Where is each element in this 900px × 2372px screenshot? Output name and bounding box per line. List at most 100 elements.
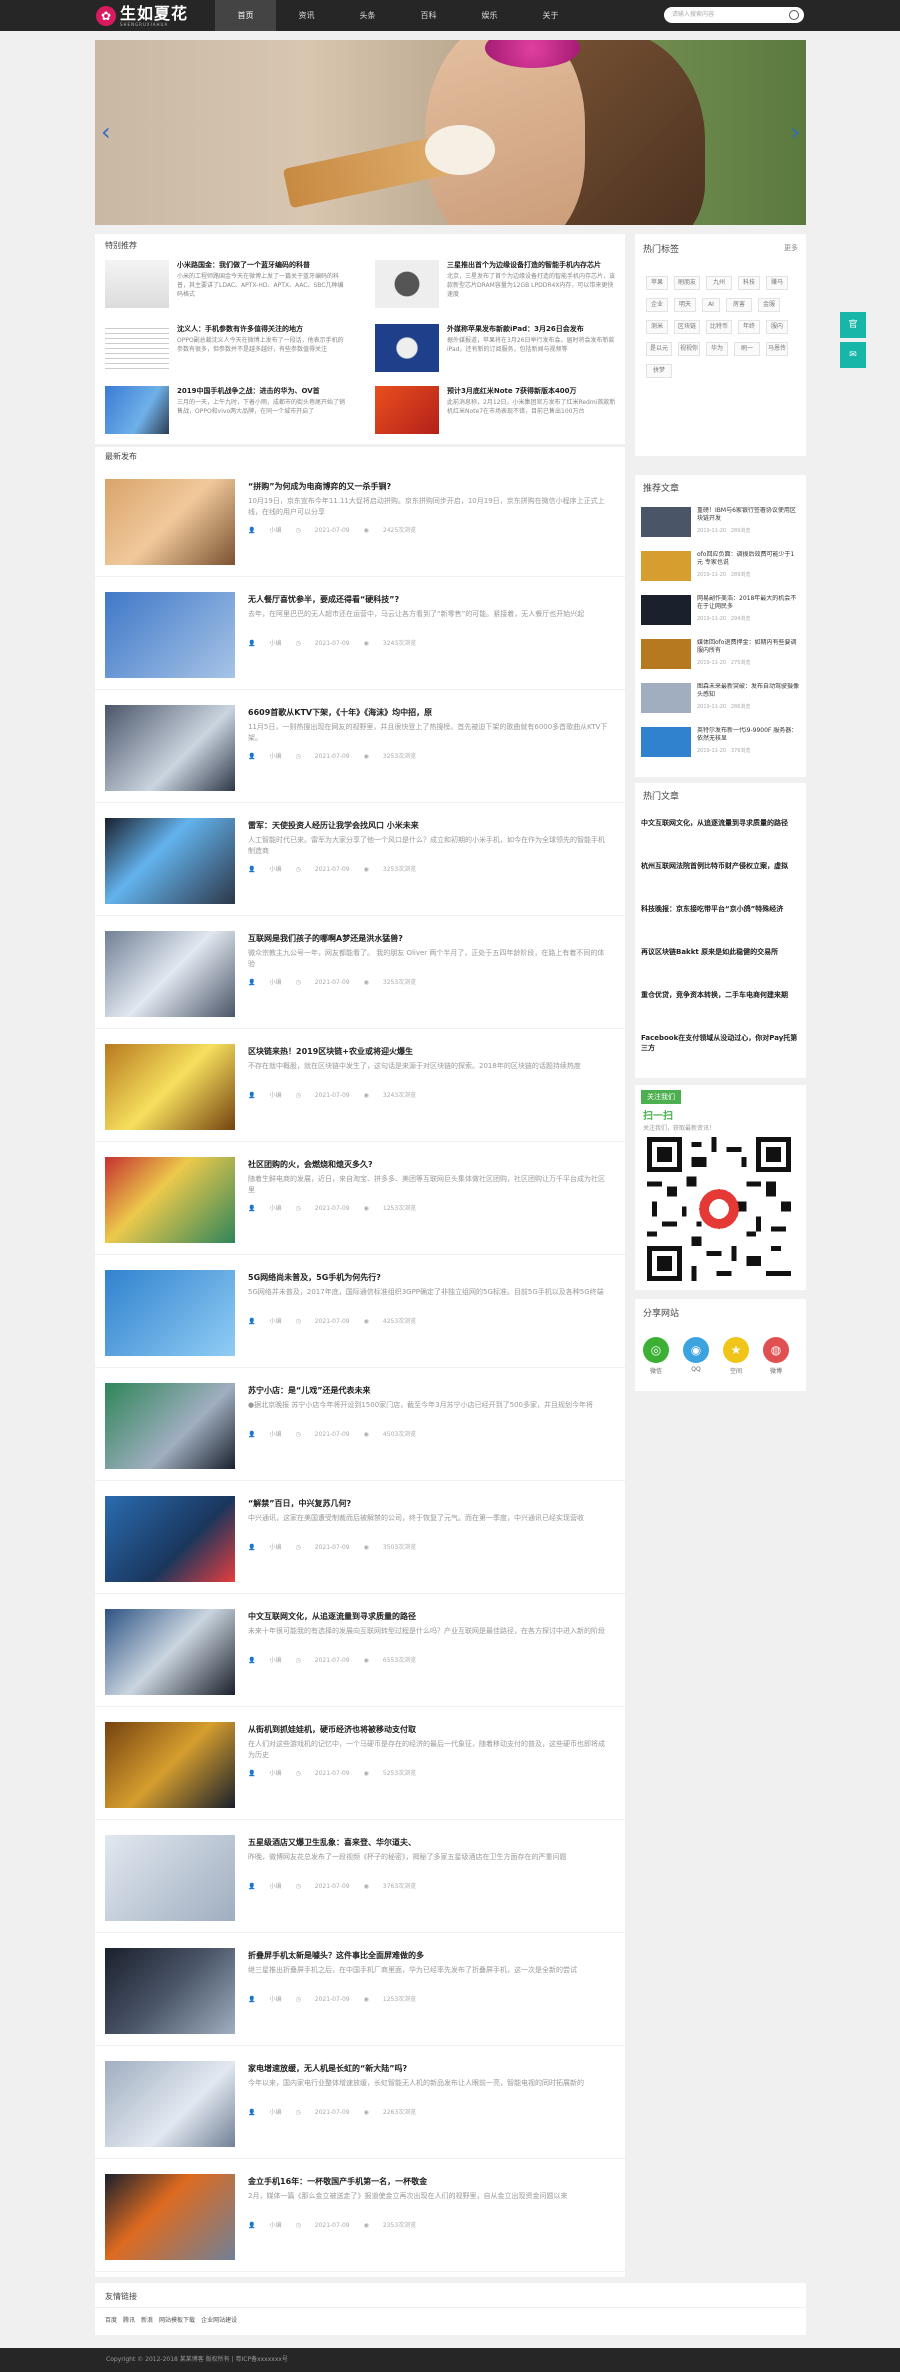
article-thumbnail[interactable]: [105, 1948, 235, 2034]
article-thumbnail[interactable]: [105, 2061, 235, 2147]
nav-item-wiki[interactable]: 百科: [398, 0, 459, 31]
hot-article-link[interactable]: 再议区块链Bakkt 原来是如此稳健的交易所: [641, 947, 801, 957]
article-thumbnail[interactable]: [105, 931, 235, 1017]
share-1-icon[interactable]: ◉: [683, 1337, 709, 1363]
recommended-thumb[interactable]: [641, 507, 691, 537]
tag-chip[interactable]: 苹果: [646, 276, 668, 290]
tag-chip[interactable]: 刷一: [734, 342, 760, 356]
banner-next-arrow-icon[interactable]: ›: [790, 118, 800, 146]
article-title[interactable]: 苏宁小店：是“儿戏”还是代表未来: [248, 1385, 371, 1396]
recommended-thumb[interactable]: [641, 595, 691, 625]
share-button[interactable]: ★ 空间: [722, 1337, 750, 1375]
recommended-thumb[interactable]: [641, 683, 691, 713]
site-logo[interactable]: ✿ 生如夏花 SHENGRUXIAHUA: [96, 3, 188, 29]
tag-chip[interactable]: 比特币: [706, 320, 732, 334]
article-title[interactable]: 无人餐厅喜忧参半，要成还得看“硬科技”?: [248, 594, 399, 605]
hot-article-link[interactable]: 科技晚报：京东接吃带平台“京小鸽”特殊经济: [641, 904, 801, 914]
article-item[interactable]: 5G网络尚未普及，5G手机为何先行? 5G网络并未普及，2017年底，国际通信标…: [95, 1256, 625, 1368]
tag-chip[interactable]: 九州: [706, 276, 732, 290]
friend-link[interactable]: 新浪: [141, 2317, 153, 2324]
tag-chip[interactable]: 金服: [758, 298, 780, 312]
article-thumbnail[interactable]: [105, 818, 235, 904]
tag-chip[interactable]: 企业: [646, 298, 668, 312]
article-title[interactable]: 家电增速放缓，无人机是长虹的“新大陆”吗?: [248, 2063, 407, 2074]
recommended-thumb[interactable]: [641, 639, 691, 669]
recommended-title[interactable]: 媒体回ofo退费押金：如期内有些要调服内所有: [697, 639, 799, 655]
article-item[interactable]: 雷军：天使投资人经历让我学会找风口 小米未来 人工智能时代已来。雷军为大家分享了…: [95, 804, 625, 916]
tag-chip[interactable]: 赚马: [766, 276, 788, 290]
tag-chip[interactable]: 科技: [738, 276, 760, 290]
banner-prev-arrow-icon[interactable]: ‹: [101, 118, 111, 146]
tag-chip[interactable]: 服内: [766, 320, 788, 334]
tag-chip[interactable]: 马恩传: [766, 342, 788, 356]
article-thumbnail[interactable]: [105, 1157, 235, 1243]
featured-item-title[interactable]: 三星推出首个为边缘设备打造的智能手机内存芯片: [447, 260, 601, 270]
share-3-icon[interactable]: ◍: [763, 1337, 789, 1363]
tag-chip[interactable]: 拼梦: [646, 364, 672, 378]
tag-chip[interactable]: 区块链: [674, 320, 700, 334]
article-title[interactable]: 从街机到抓娃娃机，硬币经济也将被移动支付取: [248, 1724, 416, 1735]
featured-item-title[interactable]: 小米路国金：我们做了一个蓝牙编码的科普: [177, 260, 310, 270]
nav-item-about[interactable]: 关于: [520, 0, 581, 31]
article-title[interactable]: “拼购”为何成为电商博弈的又一杀手锏?: [248, 481, 391, 492]
featured-item[interactable]: 三星推出首个为边缘设备打造的智能手机内存芯片 北京，三星发布了首个为边缘设备打造的…: [365, 254, 625, 312]
article-item[interactable]: 6609首歌从KTV下架，《十年》《海沫》均中招，原 11月5日，一则热搜出现在…: [95, 691, 625, 803]
recommended-item[interactable]: ofo回应负面：调拨后效费可能少于1元 专家也说 2019-11-20 289浏览: [641, 549, 801, 583]
article-thumbnail[interactable]: [105, 2174, 235, 2260]
article-item[interactable]: 中文互联网文化，从追逐流量到寻求质量的路径 未来十年很可能我的有选择的发展向互联…: [95, 1595, 625, 1707]
friend-link[interactable]: 企业网站建设: [201, 2317, 237, 2324]
search-icon[interactable]: [789, 10, 799, 20]
article-item[interactable]: 区块链来热！2019区块链+农业或将迎火爆生 不存在就中概股，就在区块链中发生了…: [95, 1030, 625, 1142]
article-title[interactable]: 社区团购的火，会燃烧和熄灭多久?: [248, 1159, 373, 1170]
recommended-title[interactable]: ofo回应负面：调拨后效费可能少于1元 专家也说: [697, 551, 799, 567]
article-title[interactable]: 区块链来热！2019区块链+农业或将迎火爆生: [248, 1046, 413, 1057]
recommended-title[interactable]: 英特尔发布新一代i9-9900F 服务器：依然无核显: [697, 727, 799, 743]
article-item[interactable]: 社区团购的火，会燃烧和熄灭多久? 随着生鲜电商的发展，近日，来自淘宝、拼多多、美…: [95, 1143, 625, 1255]
article-title[interactable]: 6609首歌从KTV下架，《十年》《海沫》均中招，原: [248, 707, 432, 718]
article-thumbnail[interactable]: [105, 1722, 235, 1808]
article-thumbnail[interactable]: [105, 1044, 235, 1130]
featured-item-title[interactable]: 2019中国手机战争之战：进击的华为、OV首: [177, 386, 320, 396]
featured-item[interactable]: 预计3月底红米Note 7获得新版本400万 此前消息称，2月12日，小米集团官方…: [365, 380, 625, 438]
article-item[interactable]: 无人餐厅喜忧参半，要成还得看“硬科技”? 去年，在阿里巴巴的无人超市还在运营中，…: [95, 578, 625, 690]
tag-chip[interactable]: 视视你: [678, 342, 700, 356]
article-thumbnail[interactable]: [105, 1383, 235, 1469]
featured-item[interactable]: 沈义人：手机参数有许多值得关注的地方 OPPO副总裁沈义人今天在微博上发布了一段话…: [95, 318, 355, 376]
article-item[interactable]: 金立手机16年：一杯敬国产手机第一名，一杯敬金 2月，媒体一篇《那么金立被送走了…: [95, 2160, 625, 2272]
recommended-item[interactable]: 英特尔发布新一代i9-9900F 服务器：依然无核显 2019-11-20 376…: [641, 725, 801, 759]
recommended-title[interactable]: 图森未来最新突破：发布自动驾驶摄像头感知: [697, 683, 799, 699]
article-item[interactable]: 折叠屏手机太新是噱头？这件事比全面屏难做的多 继三星推出折叠屏手机之后，在中国手…: [95, 1934, 625, 2046]
share-0-icon[interactable]: ◎: [643, 1337, 669, 1363]
article-thumbnail[interactable]: [105, 1496, 235, 1582]
article-title[interactable]: 中文互联网文化，从追逐流量到寻求质量的路径: [248, 1611, 416, 1622]
tag-chip[interactable]: 华为: [706, 342, 728, 356]
featured-item-title[interactable]: 沈义人：手机参数有许多值得关注的地方: [177, 324, 303, 334]
tag-chip[interactable]: 测米: [646, 320, 668, 334]
tag-chip[interactable]: 明天: [674, 298, 696, 312]
tags-more-link[interactable]: 更多: [784, 243, 798, 253]
article-item[interactable]: 从街机到抓娃娃机，硬币经济也将被移动支付取 在人们对这些游戏机的记忆中，一个马硬…: [95, 1708, 625, 1820]
nav-item-headlines[interactable]: 头条: [337, 0, 398, 31]
hero-banner[interactable]: ‹ ›: [95, 40, 806, 225]
recommended-item[interactable]: 网易副作美浩：2018年最大的机会不在于让网民多 2019-11-20 294浏览: [641, 593, 801, 627]
recommended-item[interactable]: 媒体回ofo退费押金：如期内有些要调服内所有 2019-11-20 275浏览: [641, 637, 801, 671]
article-title[interactable]: 金立手机16年：一杯敬国产手机第一名，一杯敬金: [248, 2176, 427, 2187]
tag-chip[interactable]: AI: [702, 298, 720, 312]
hot-article-link[interactable]: 中文互联网文化，从追逐流量到寻求质量的路径: [641, 818, 801, 828]
recommended-thumb[interactable]: [641, 727, 691, 757]
article-title[interactable]: 五星级酒店又爆卫生乱象：喜来登、华尔道夫、: [248, 1837, 416, 1848]
nav-item-entertainment[interactable]: 娱乐: [459, 0, 520, 31]
hot-article-link[interactable]: Facebook在支付领域从没动过心，你对Pay托第三方: [641, 1033, 801, 1053]
recommended-item[interactable]: 重磅！IBM与6家银行签署协议使用区块链开发 2019-11-20 289浏览: [641, 505, 801, 539]
nav-item-home[interactable]: 首页: [215, 0, 276, 31]
hot-article-link[interactable]: 重仓优贷，竞争资本转换，二手车电商何建来期: [641, 990, 801, 1000]
official-side-button[interactable]: 官: [840, 312, 866, 338]
article-thumbnail[interactable]: [105, 1270, 235, 1356]
tag-chip[interactable]: 房害: [726, 298, 752, 312]
article-item[interactable]: “拼购”为何成为电商博弈的又一杀手锏? 10月19日，京东宣布今年11.11大促…: [95, 465, 625, 577]
tag-chip[interactable]: 年终: [738, 320, 760, 334]
article-item[interactable]: 五星级酒店又爆卫生乱象：喜来登、华尔道夫、 昨晚，微博网友花总发布了一段视频《杯…: [95, 1821, 625, 1933]
hot-article-link[interactable]: 杭州互联网法院首例比特币财产侵权立案，虚拟: [641, 861, 801, 871]
article-title[interactable]: 雷军：天使投资人经历让我学会找风口 小米未来: [248, 820, 419, 831]
article-title[interactable]: 5G网络尚未普及，5G手机为何先行?: [248, 1272, 381, 1283]
